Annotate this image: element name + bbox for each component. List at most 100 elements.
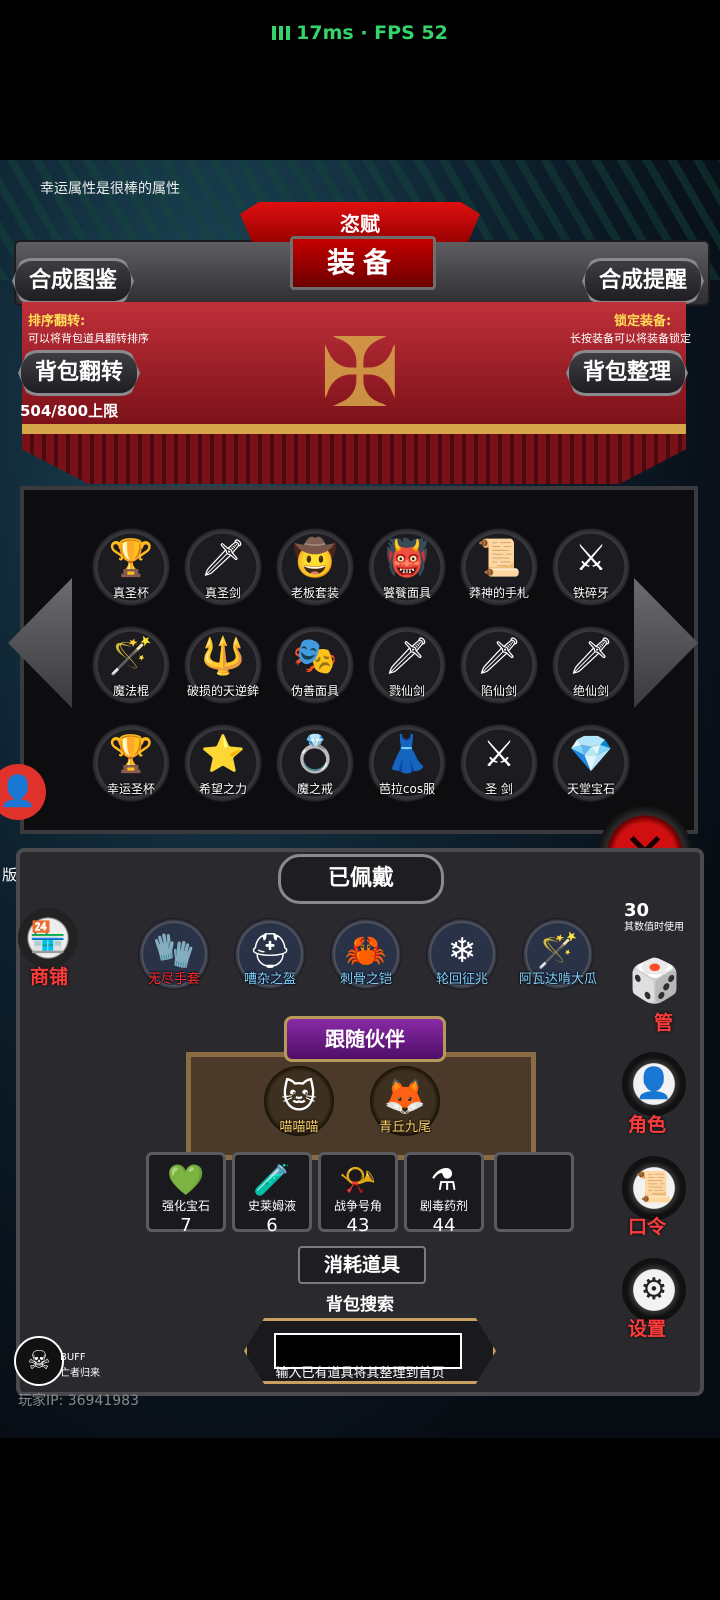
empty-slot[interactable]	[494, 1152, 574, 1232]
consume-label: 消耗道具	[298, 1246, 426, 1284]
consumable-name: 剧毒药剂	[419, 1199, 468, 1213]
manage-label: 管	[654, 1012, 674, 1034]
skull-icon[interactable]: ☠	[14, 1336, 64, 1386]
inventory-item[interactable]: 💎 天堂宝石	[552, 724, 630, 802]
inventory-item[interactable]: 🏆 真圣杯	[92, 528, 170, 606]
role-button[interactable]: 👤	[622, 1052, 686, 1116]
item-icon: 🏆	[108, 538, 154, 579]
flip-button[interactable]: 背包翻转	[18, 350, 141, 396]
code-label: 口令	[628, 1216, 667, 1238]
item-icon: ⚔	[574, 538, 608, 579]
consumable-item[interactable]: ⚗ 剧毒药剂 44	[404, 1152, 484, 1236]
lock-desc: 长按装备可以将装备锁定	[570, 332, 691, 345]
consumable-count: 43	[346, 1215, 370, 1236]
inventory-item[interactable]: 👗 芭拉cos服	[368, 724, 446, 802]
inventory-item[interactable]: 🏆 幸运圣杯	[92, 724, 170, 802]
item-icon: 💍	[292, 734, 338, 775]
worn-title: 已佩戴	[278, 854, 444, 904]
page-title: 装备	[290, 236, 436, 290]
consumable-item[interactable]: 📯 战争号角 43	[318, 1152, 398, 1236]
item-name: 绝仙剑	[572, 684, 609, 698]
item-name: 希望之力	[198, 782, 247, 796]
signal-icon	[272, 26, 291, 40]
curtain-trim	[22, 424, 686, 434]
worn-item-name: 嘈杂之盔	[243, 972, 296, 987]
codex-button[interactable]: 合成图鉴	[12, 258, 135, 304]
buff-label: BUFF	[60, 1352, 86, 1363]
item-name: 老板套装	[290, 586, 339, 600]
consumable-name: 强化宝石	[161, 1199, 210, 1213]
inventory-item[interactable]: 📜 莽神的手札	[460, 528, 538, 606]
dice-icon[interactable]: 🎲	[624, 950, 686, 1012]
inventory-item[interactable]: 🤠 老板套装	[276, 528, 354, 606]
item-icon: 🏆	[108, 734, 154, 775]
inventory-item[interactable]: 🔱 破损的天逆鉾	[184, 626, 262, 704]
item-name: 戮仙剑	[388, 684, 425, 698]
pet-icon: 🐱	[281, 1077, 317, 1117]
fps-text: FPS 52	[374, 22, 448, 44]
timer-desc: 其数值时使用	[624, 922, 684, 933]
inventory-item[interactable]: ⚔ 铁碎牙	[552, 528, 630, 606]
inventory-item[interactable]: 🎭 伪善面具	[276, 626, 354, 704]
worn-item[interactable]: ❄ 轮回征兆	[426, 918, 498, 990]
consumable-count: 44	[432, 1215, 456, 1236]
item-icon: 🗡	[568, 636, 614, 677]
worn-item[interactable]: 🧤 无尽手套	[138, 918, 210, 990]
lock-label: 锁定装备:	[614, 314, 672, 329]
worn-item-name: 无尽手套	[147, 972, 200, 987]
item-name: 真圣剑	[204, 586, 241, 600]
consumable-item[interactable]: 💚 强化宝石 7	[146, 1152, 226, 1236]
inventory-item[interactable]: 🗡 绝仙剑	[552, 626, 630, 704]
inventory-item[interactable]: 🗡 真圣剑	[184, 528, 262, 606]
code-button[interactable]: 📜	[622, 1156, 686, 1220]
pet-frame	[186, 1052, 536, 1160]
shop-icon[interactable]: 🏪	[18, 908, 78, 968]
item-icon: ⭐	[200, 734, 246, 775]
inventory-item[interactable]: ⭐ 希望之力	[184, 724, 262, 802]
item-icon: 👹	[384, 538, 430, 579]
settings-button[interactable]: ⚙	[622, 1258, 686, 1322]
sort-button[interactable]: 背包整理	[566, 350, 689, 396]
worn-item[interactable]: 🦀 刺骨之铠	[330, 918, 402, 990]
ping-text: 17ms	[296, 22, 354, 44]
item-name: 天堂宝石	[566, 782, 615, 796]
item-icon: 🗡	[476, 636, 522, 677]
item-name: 圣 剑	[485, 782, 513, 796]
consumable-count: 7	[180, 1215, 192, 1236]
remind-button[interactable]: 合成提醒	[582, 258, 705, 304]
item-icon: 🔱	[200, 636, 246, 677]
consumable-name: 史莱姆液	[247, 1199, 296, 1213]
pet-title: 跟随伙伴	[284, 1016, 446, 1062]
pet-name: 青丘九尾	[378, 1120, 431, 1135]
inventory-item[interactable]: 🪄 魔法棍	[92, 626, 170, 704]
inventory-item[interactable]: ⚔ 圣 剑	[460, 724, 538, 802]
item-icon: 💎	[568, 734, 614, 775]
inventory-item[interactable]: 🗡 戮仙剑	[368, 626, 446, 704]
consumable-count: 6	[266, 1215, 278, 1236]
item-name: 芭拉cos服	[378, 782, 436, 796]
item-name: 陷仙剑	[480, 684, 517, 698]
inventory-item[interactable]: 🗡 陷仙剑	[460, 626, 538, 704]
scroll-icon: 📜	[635, 1170, 673, 1205]
gear-icon: ⚙	[640, 1272, 668, 1307]
item-icon: 🤠	[292, 538, 338, 579]
inventory-item[interactable]: 👹 饕餮面具	[368, 528, 446, 606]
item-icon: 🗡	[384, 636, 430, 677]
consumable-icon	[509, 1159, 559, 1203]
crossed-swords-emblem-icon: ✠	[319, 317, 401, 429]
worn-item-name: 阿瓦达啃大瓜	[518, 972, 597, 987]
pet-item[interactable]: 🦊 青丘九尾	[370, 1066, 440, 1136]
curtain-fringe	[22, 426, 686, 484]
consumable-item[interactable]: 🧪 史莱姆液 6	[232, 1152, 312, 1236]
item-name: 伪善面具	[290, 684, 339, 698]
buff-desc: 亡者归来	[60, 1368, 100, 1379]
role-label: 角色	[628, 1114, 667, 1136]
tip-text: 幸运属性是很棒的属性	[40, 181, 180, 197]
worn-item[interactable]: ⛑ 嘈杂之盔	[234, 918, 306, 990]
pet-item[interactable]: 🐱 喵喵喵	[264, 1066, 334, 1136]
network-status: 17ms · FPS 52	[0, 22, 720, 44]
consumable-name: 战争号角	[333, 1199, 382, 1213]
inventory-item[interactable]: 💍 魔之戒	[276, 724, 354, 802]
worn-item-name: 刺骨之铠	[339, 972, 392, 987]
worn-item[interactable]: 🪄 阿瓦达啃大瓜	[519, 918, 597, 990]
